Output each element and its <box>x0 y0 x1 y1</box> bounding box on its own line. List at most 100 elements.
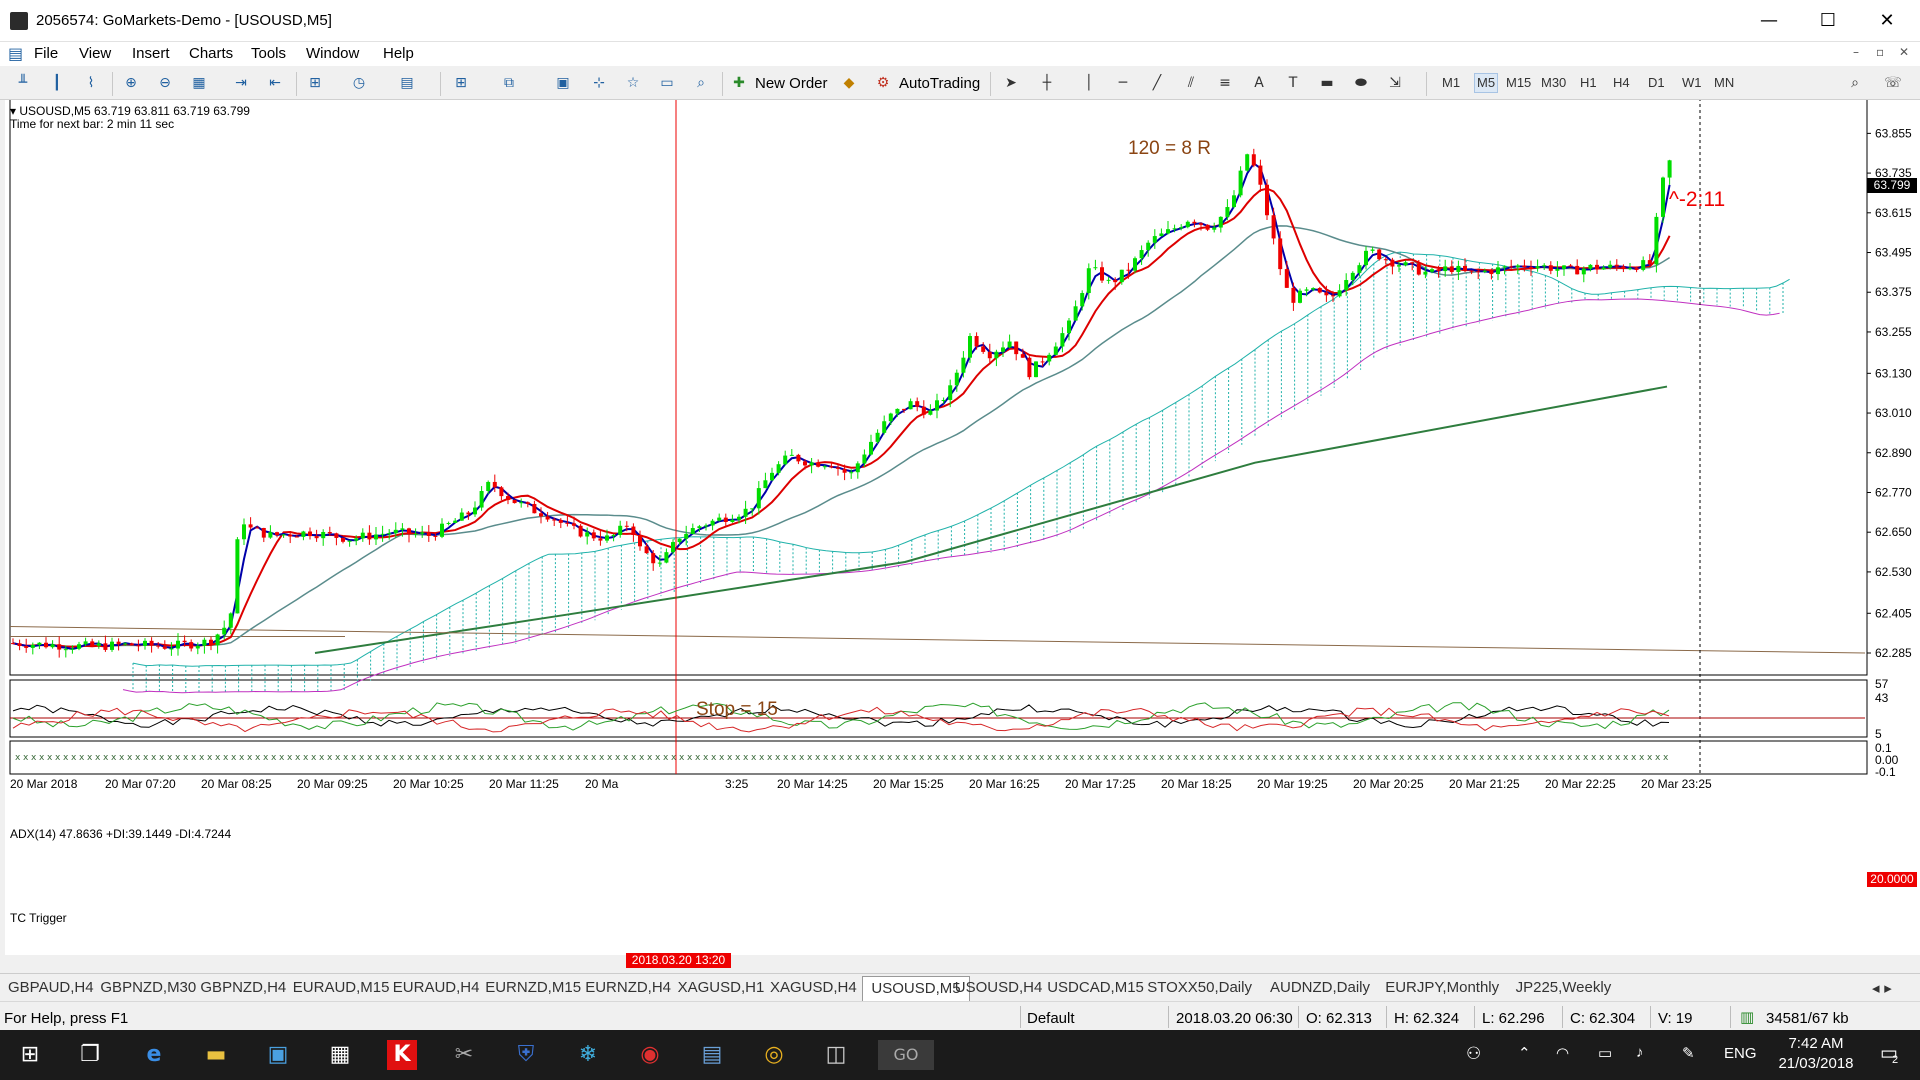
chart-tab[interactable]: EURAUD,M15 <box>293 979 390 996</box>
mdi-restore-icon[interactable]: ▫ <box>1876 45 1884 59</box>
trendline-icon[interactable]: ╱ <box>1146 73 1168 93</box>
chart-tab[interactable]: XAGUSD,H1 <box>678 979 765 996</box>
favorites-icon[interactable]: ☆ <box>622 73 644 93</box>
timeframe-mn[interactable]: MN <box>1714 75 1734 90</box>
volume-icon[interactable]: ♪ <box>1636 1044 1644 1061</box>
tray-expand-icon[interactable]: ⌃ <box>1518 1044 1531 1062</box>
timeframe-d1[interactable]: D1 <box>1648 75 1665 90</box>
start-icon[interactable]: ⊞ <box>10 1040 50 1070</box>
new-order-icon[interactable]: ✚ <box>728 73 750 93</box>
menu-file[interactable]: File <box>34 45 58 62</box>
templates-icon[interactable]: ▤ <box>396 73 418 93</box>
chart-shift-icon[interactable]: ⇤ <box>264 73 286 93</box>
clock-date[interactable]: 21/03/2018 <box>1770 1055 1862 1072</box>
zoom-out-icon[interactable]: ⊖ <box>154 73 176 93</box>
terminal-icon[interactable]: ▭ <box>656 73 678 93</box>
mdi-close-icon[interactable]: ✕ <box>1899 45 1909 59</box>
menu-window[interactable]: Window <box>306 45 359 62</box>
clock-time[interactable]: 7:42 AM <box>1776 1035 1856 1052</box>
chart-window[interactable]: 63.98063.85563.73563.61563.49563.37563.2… <box>0 100 1920 968</box>
menu-tools[interactable]: Tools <box>251 45 286 62</box>
battery-icon[interactable]: ▭ <box>1598 1044 1612 1062</box>
crosshair-icon[interactable]: ┼ <box>1036 73 1058 93</box>
crosshair-target-icon[interactable]: ⊹ <box>588 73 610 93</box>
zoom-in-icon[interactable]: ⊕ <box>120 73 142 93</box>
menu-charts[interactable]: Charts <box>189 45 233 62</box>
store-icon[interactable]: ▣ <box>258 1040 298 1070</box>
defender-icon[interactable]: ⛨ <box>506 1040 546 1070</box>
timeframe-h4[interactable]: H4 <box>1613 75 1630 90</box>
cursor-icon[interactable]: ➤ <box>1000 73 1022 93</box>
close-button[interactable]: ✕ <box>1864 6 1910 36</box>
chart-tab[interactable]: USOUSD,H4 <box>955 979 1043 996</box>
chart-tab[interactable]: USDCAD,M15 <box>1047 979 1144 996</box>
fibonacci-icon[interactable]: ≡ <box>1214 73 1236 93</box>
arrows-icon[interactable]: ⇲ <box>1384 73 1406 93</box>
edge-icon[interactable]: e <box>134 1040 174 1070</box>
timeframe-w1[interactable]: W1 <box>1682 75 1702 90</box>
chart-tab[interactable]: USOUSD,M5 <box>862 976 970 1002</box>
chart-tab[interactable]: XAGUSD,H4 <box>770 979 857 996</box>
indicators-icon[interactable]: ⊞ <box>304 73 326 93</box>
chart-tab[interactable]: EURJPY,Monthly <box>1385 979 1499 996</box>
rectangle-icon[interactable]: ▬ <box>1316 73 1338 93</box>
snipping-icon[interactable]: ✂ <box>444 1040 484 1070</box>
chart-tab[interactable]: GBPNZD,M30 <box>100 979 196 996</box>
timeframe-m30[interactable]: M30 <box>1541 75 1566 90</box>
metaeditor-icon[interactable]: ◆ <box>838 73 860 93</box>
calculator-icon[interactable]: ▦ <box>320 1040 360 1070</box>
new-order-button[interactable]: New Order <box>755 75 828 92</box>
menu-help[interactable]: Help <box>383 45 414 62</box>
kaspersky-icon[interactable]: K <box>387 1040 417 1070</box>
chart-tab[interactable]: AUDNZD,Daily <box>1270 979 1370 996</box>
document-icon[interactable]: ▤ <box>8 44 23 63</box>
line-chart-icon[interactable]: ⌇ <box>80 73 102 93</box>
text-icon[interactable]: A <box>1248 73 1270 93</box>
chart-tab[interactable]: STOXX50,Daily <box>1147 979 1252 996</box>
timeframe-m5[interactable]: M5 <box>1474 73 1499 93</box>
minimize-button[interactable]: — <box>1746 6 1792 36</box>
language-indicator[interactable]: ENG <box>1724 1045 1757 1062</box>
candlestick-icon[interactable]: ┃ <box>46 73 68 93</box>
file-explorer-icon[interactable]: ▬ <box>196 1040 236 1070</box>
timeframe-m1[interactable]: M1 <box>1442 75 1460 90</box>
chart-tab[interactable]: EURNZD,M15 <box>485 979 581 996</box>
bar-chart-icon[interactable]: ╨ <box>12 73 34 93</box>
ellipse-icon[interactable]: ⬬ <box>1350 73 1372 93</box>
autotrading-icon[interactable]: ⚙ <box>872 73 894 93</box>
tile-windows-icon[interactable]: ▦ <box>188 73 210 93</box>
snowflake-app-icon[interactable]: ❄ <box>568 1040 608 1070</box>
autoscroll-icon[interactable]: ⇥ <box>230 73 252 93</box>
maximize-button[interactable]: ☐ <box>1805 6 1851 36</box>
camera-icon[interactable]: ◫ <box>816 1040 856 1070</box>
horizontal-line-icon[interactable]: ─ <box>1112 73 1134 93</box>
profiles-icon[interactable]: ⧉ <box>498 73 520 93</box>
chart-tab[interactable]: GBPNZD,H4 <box>200 979 286 996</box>
gomarkets-app-icon[interactable]: GO <box>878 1040 934 1070</box>
chrome-icon[interactable]: ◎ <box>754 1040 794 1070</box>
vertical-line-icon[interactable]: │ <box>1078 73 1100 93</box>
people-icon[interactable]: ⚇ <box>1466 1044 1481 1064</box>
autotrading-button[interactable]: AutoTrading <box>899 75 980 92</box>
chat-icon[interactable]: ☏ <box>1882 73 1904 93</box>
search-icon[interactable]: ⌕ <box>1844 73 1866 93</box>
image-viewer-icon[interactable]: ▤ <box>692 1040 732 1070</box>
chart-app-icon[interactable]: ◉ <box>630 1040 670 1070</box>
navigator-icon[interactable]: ▣ <box>552 73 574 93</box>
pen-icon[interactable]: ✎ <box>1682 1044 1695 1062</box>
wifi-icon[interactable]: ◠ <box>1556 1044 1569 1062</box>
mdi-minimize-icon[interactable]: – <box>1853 45 1859 59</box>
channel-icon[interactable]: ⫽ <box>1180 73 1202 93</box>
chart-tab[interactable]: EURAUD,H4 <box>393 979 480 996</box>
chart-tab[interactable]: JP225,Weekly <box>1516 979 1612 996</box>
text-label-icon[interactable]: T <box>1282 73 1304 93</box>
task-view-icon[interactable]: ❐ <box>70 1040 110 1070</box>
price-chart[interactable]: 63.98063.85563.73563.61563.49563.37563.2… <box>5 100 1920 973</box>
chart-tab[interactable]: GBPAUD,H4 <box>8 979 94 996</box>
tester-icon[interactable]: ⌕ <box>690 73 712 93</box>
menu-insert[interactable]: Insert <box>132 45 170 62</box>
chart-tab[interactable]: EURNZD,H4 <box>585 979 671 996</box>
timeframe-h1[interactable]: H1 <box>1580 75 1597 90</box>
timeframe-m15[interactable]: M15 <box>1506 75 1531 90</box>
new-chart-icon[interactable]: ⊞ <box>450 73 472 93</box>
